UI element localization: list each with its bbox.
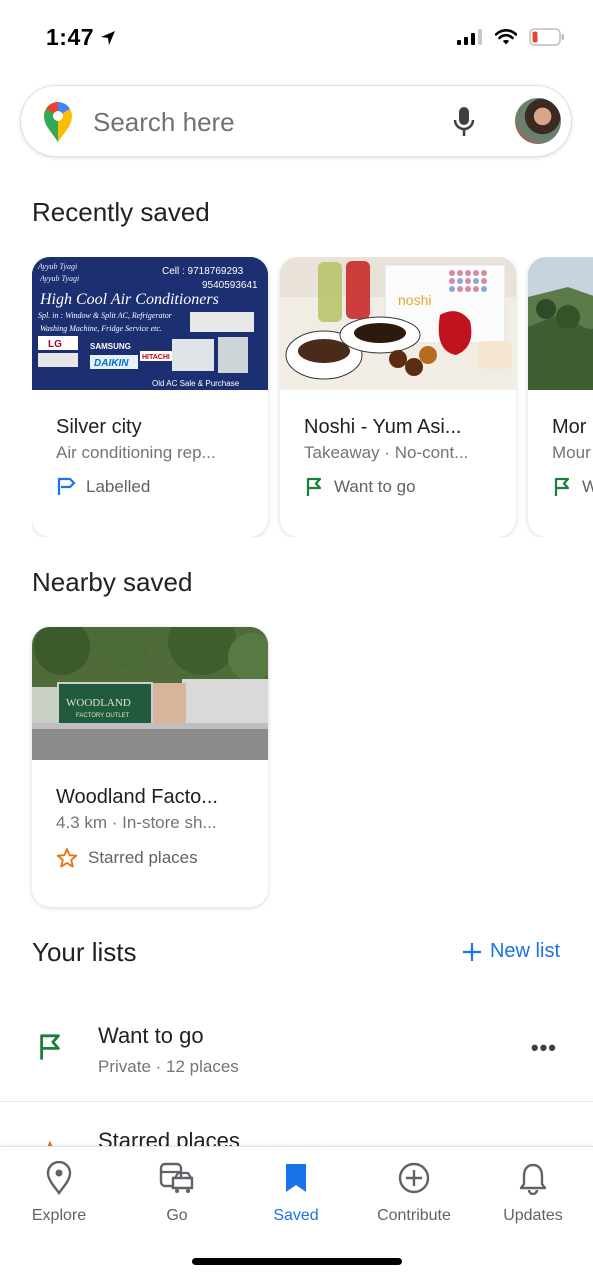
sign-phone-2: 9540593641 — [202, 280, 258, 291]
sign-brand-daikin: DAIKIN — [94, 358, 129, 369]
nav-go[interactable]: Go — [118, 1161, 236, 1225]
location-arrow-icon — [101, 30, 116, 45]
nav-updates[interactable]: Updates — [474, 1161, 592, 1225]
place-name: Silver city — [56, 416, 142, 438]
wifi-icon — [495, 29, 517, 45]
location-pin-icon — [46, 1161, 72, 1195]
place-card-noshi[interactable]: noshi Noshi - Yum Asi... Takeaway · No-c… — [280, 257, 516, 537]
sign-title: High Cool Air Conditioners — [39, 291, 219, 308]
place-category: Mour — [552, 443, 591, 462]
microphone-icon[interactable] — [453, 106, 475, 138]
sign-phone-1: Cell : 9718769293 — [162, 266, 244, 277]
cellular-signal-icon — [457, 29, 482, 45]
time-text: 1:47 — [46, 24, 95, 50]
section-title-recently-saved: Recently saved — [32, 197, 210, 227]
woodland-sign-title: WOODLAND — [66, 697, 131, 709]
place-list-tag: Labelled — [56, 477, 150, 497]
list-item-starred-places[interactable]: Starred places — [0, 1106, 593, 1146]
add-circle-icon — [398, 1162, 430, 1194]
woodland-store-image: WOODLAND FACTORY OUTLET — [32, 627, 268, 760]
place-category: Air conditioning rep... — [56, 443, 216, 462]
sign-owner-2: Ayyub Tyagi — [39, 274, 79, 283]
noshi-food-image: noshi — [280, 257, 516, 390]
place-list-tag: Want to go — [304, 477, 416, 497]
plus-icon — [462, 942, 481, 961]
nav-label: Updates — [503, 1207, 563, 1224]
sign-bottom: Old AC Sale & Purchase — [152, 379, 240, 388]
status-icons — [457, 28, 565, 46]
place-card-silver-city[interactable]: Ayyub Tyagi Ayyub Tyagi Cell : 971876929… — [32, 257, 268, 537]
list-name: Starred places — [98, 1128, 240, 1146]
woodland-sign-line: FACTORY OUTLET — [76, 713, 130, 719]
sign-brand-samsung: SAMSUNG — [90, 342, 131, 351]
flag-icon — [40, 1034, 60, 1060]
bookmark-icon — [286, 1164, 306, 1192]
label-icon — [57, 477, 76, 495]
sign-line-1: Spl. in : Window & Split AC, Refrigerato… — [38, 311, 173, 320]
list-meta: Private · 12 places — [98, 1057, 239, 1076]
section-title-nearby-saved: Nearby saved — [32, 567, 193, 597]
new-list-label: New list — [489, 940, 560, 962]
place-list-name: Want to go — [334, 477, 416, 496]
place-photo: noshi — [280, 257, 516, 390]
place-name: Woodland Facto... — [56, 786, 218, 808]
ac-shop-sign-image: Ayyub Tyagi Ayyub Tyagi Cell : 971876929… — [32, 257, 268, 390]
nav-contribute[interactable]: Contribute — [355, 1161, 473, 1225]
sign-owner: Ayyub Tyagi — [37, 262, 77, 271]
nav-label: Explore — [31, 1207, 87, 1224]
flag-icon — [306, 477, 322, 496]
nav-saved[interactable]: Saved — [237, 1161, 355, 1225]
place-photo: WOODLAND FACTORY OUTLET — [32, 627, 268, 760]
place-card-partial[interactable]: Mor Mour W — [528, 257, 593, 537]
new-list-button[interactable]: New list — [462, 940, 560, 963]
nav-label: Saved — [273, 1207, 319, 1224]
sign-brand-hitachi: HITACHI — [142, 354, 170, 361]
place-category: Takeaway · No-cont... — [304, 443, 469, 462]
home-indicator — [192, 1258, 402, 1265]
avatar[interactable] — [515, 98, 561, 144]
place-distance-category: 4.3 km · In-store sh... — [56, 813, 217, 832]
recently-saved-carousel[interactable]: Ayyub Tyagi Ayyub Tyagi Cell : 971876929… — [32, 257, 593, 537]
place-list-name: Labelled — [86, 477, 151, 496]
nav-label: Go — [166, 1207, 188, 1224]
nav-label: Contribute — [377, 1207, 451, 1224]
mountain-photo-image — [528, 257, 593, 390]
place-list-tag: Starred places — [56, 847, 198, 869]
list-name: Want to go — [98, 1023, 204, 1048]
search-bar[interactable] — [20, 85, 572, 157]
star-icon — [56, 848, 78, 868]
status-time: 1:47 — [46, 24, 116, 51]
place-list-name: Starred places — [88, 848, 198, 867]
place-card-woodland[interactable]: WOODLAND FACTORY OUTLET Woodland Facto..… — [32, 627, 268, 907]
commute-icon — [159, 1162, 194, 1193]
list-item-want-to-go[interactable]: Want to go Private · 12 places ••• — [0, 1001, 593, 1101]
place-photo — [528, 257, 593, 390]
place-name: Noshi - Yum Asi... — [304, 416, 462, 438]
divider — [0, 1101, 593, 1102]
search-input[interactable] — [93, 104, 423, 140]
bell-icon — [519, 1163, 547, 1195]
battery-icon — [529, 28, 564, 46]
status-bar: 1:47 — [0, 0, 593, 78]
nav-explore[interactable]: Explore — [0, 1161, 118, 1225]
place-photo: Ayyub Tyagi Ayyub Tyagi Cell : 971876929… — [32, 257, 268, 390]
section-title-your-lists: Your lists — [32, 937, 137, 967]
more-options-icon[interactable]: ••• — [531, 1035, 557, 1061]
place-list-name: W — [582, 477, 593, 496]
google-maps-pin-icon — [44, 102, 72, 142]
noshi-brand: noshi — [398, 292, 431, 308]
sign-brand-lg: LG — [48, 339, 62, 350]
flag-icon — [554, 477, 570, 496]
place-list-tag: W — [552, 477, 593, 497]
star-icon — [47, 1140, 53, 1146]
place-name: Mor — [552, 416, 587, 438]
sign-line-2: Washing Machine, Fridge Service etc. — [40, 324, 162, 333]
